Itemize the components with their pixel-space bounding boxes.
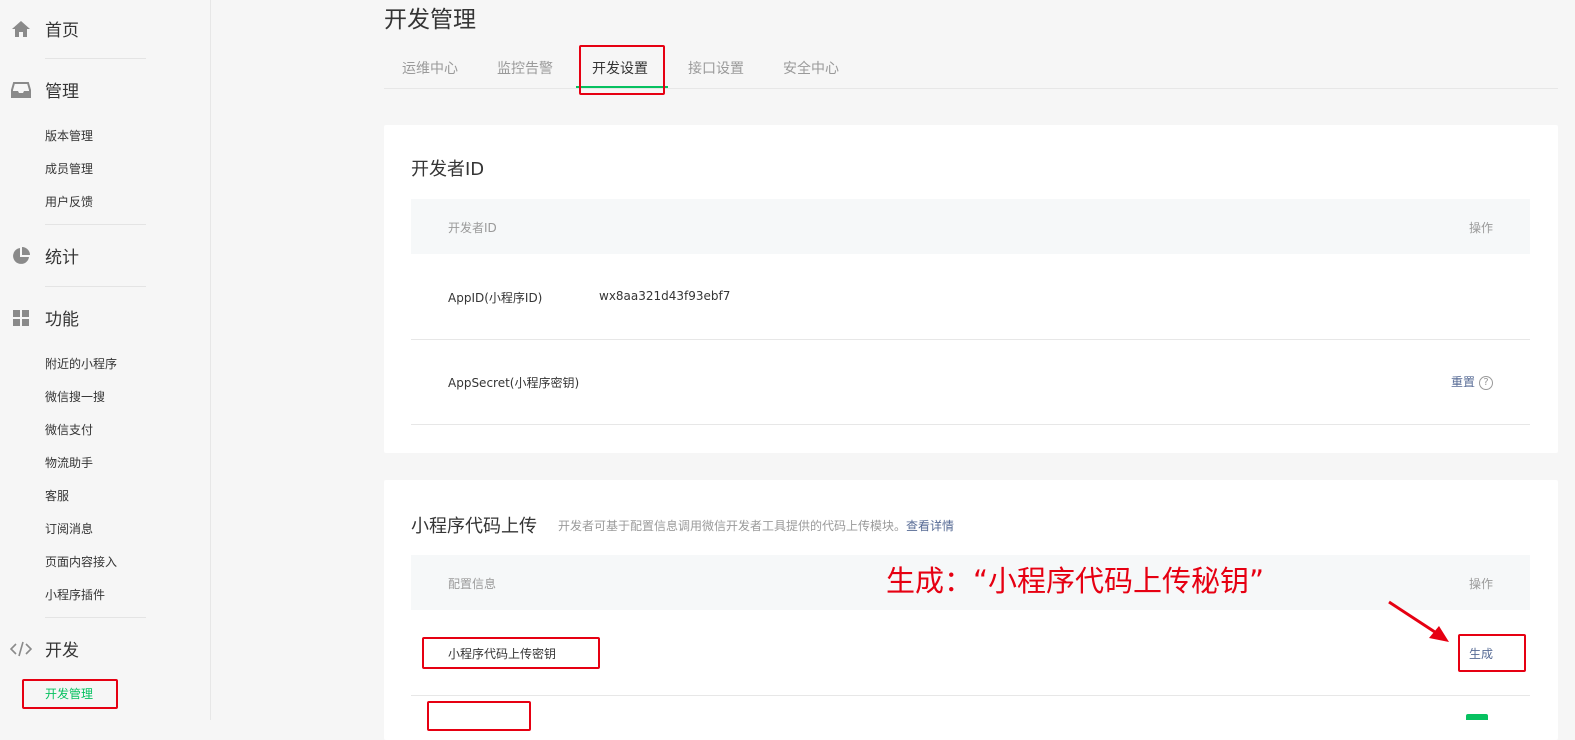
highlight-box <box>579 45 665 95</box>
column-header: 配置信息 <box>448 577 497 591</box>
reset-action: 重置? <box>1451 373 1493 390</box>
divider <box>45 224 146 225</box>
home-icon <box>10 18 32 40</box>
pie-chart-icon <box>10 245 32 267</box>
sidebar-item-stats[interactable]: 统计 <box>0 240 210 270</box>
sidebar-item-plugin[interactable]: 小程序插件 <box>45 586 105 603</box>
divider <box>45 286 146 287</box>
inbox-icon <box>10 79 32 101</box>
sidebar-item-version[interactable]: 版本管理 <box>45 127 93 144</box>
section-title: 开发者ID <box>411 159 485 180</box>
table-row: AppID(小程序ID) wx8aa321d43f93ebf7 <box>411 254 1530 340</box>
sidebar-item-logistics[interactable]: 物流助手 <box>45 454 93 471</box>
code-icon <box>10 638 32 660</box>
sidebar-item-manage-label: 管理 <box>45 81 79 102</box>
sidebar-item-search[interactable]: 微信搜一搜 <box>45 388 105 405</box>
view-details-link[interactable]: 查看详情 <box>906 519 954 533</box>
sidebar: 首页 管理 版本管理 成员管理 用户反馈 统计 功能 附近的小程序 微信搜一搜 … <box>0 0 211 720</box>
divider <box>45 58 146 59</box>
column-header: 操作 <box>1468 221 1493 235</box>
sidebar-item-feedback[interactable]: 用户反馈 <box>45 193 93 210</box>
tab-monitor[interactable]: 监控告警 <box>497 58 553 78</box>
sidebar-item-develop[interactable]: 开发 <box>0 633 210 663</box>
sidebar-item-subscribe[interactable]: 订阅消息 <box>45 520 93 537</box>
appsecret-label: AppSecret(小程序密钥) <box>448 376 580 390</box>
reset-link[interactable]: 重置 <box>1451 375 1475 389</box>
sidebar-item-content[interactable]: 页面内容接入 <box>45 553 117 570</box>
table-row: AppSecret(小程序密钥) 重置? <box>411 339 1530 425</box>
tab-security[interactable]: 安全中心 <box>783 58 839 78</box>
sidebar-item-service[interactable]: 客服 <box>45 487 69 504</box>
tab-api-settings[interactable]: 接口设置 <box>688 58 744 78</box>
sidebar-item-features[interactable]: 功能 <box>0 302 210 332</box>
section-description: 开发者可基于配置信息调用微信开发者工具提供的代码上传模块。查看详情 <box>558 519 955 533</box>
highlight-box <box>427 701 531 731</box>
annotation-arrow <box>1388 600 1449 642</box>
column-header: 操作 <box>1468 577 1493 591</box>
appid-label: AppID(小程序ID) <box>448 291 543 305</box>
sidebar-item-features-label: 功能 <box>45 309 79 330</box>
toggle-partial <box>1466 714 1488 720</box>
sidebar-item-home[interactable]: 首页 <box>0 13 210 43</box>
sidebar-item-nearby[interactable]: 附近的小程序 <box>45 355 117 372</box>
sidebar-item-members[interactable]: 成员管理 <box>45 160 93 177</box>
highlight-box <box>422 637 600 669</box>
sidebar-item-stats-label: 统计 <box>45 247 79 268</box>
column-header: 开发者ID <box>448 221 497 235</box>
divider <box>45 617 146 618</box>
sidebar-item-pay[interactable]: 微信支付 <box>45 421 93 438</box>
sidebar-item-manage[interactable]: 管理 <box>0 74 210 104</box>
table-header: 开发者ID 操作 <box>411 199 1530 254</box>
tab-ops[interactable]: 运维中心 <box>402 58 458 78</box>
help-icon[interactable]: ? <box>1479 375 1493 390</box>
grid-icon <box>10 307 32 329</box>
annotation-text: 生成：“小程序代码上传秘钥” <box>886 564 1265 598</box>
page-title: 开发管理 <box>384 7 476 33</box>
highlight-box <box>22 679 118 709</box>
developer-id-card: 开发者ID 开发者ID 操作 AppID(小程序ID) wx8aa321d43f… <box>384 125 1558 453</box>
sidebar-item-home-label: 首页 <box>45 20 79 41</box>
highlight-box <box>1458 634 1526 672</box>
code-upload-card: 小程序代码上传 开发者可基于配置信息调用微信开发者工具提供的代码上传模块。查看详… <box>384 480 1558 740</box>
tab-bar: 运维中心 监控告警 开发设置 接口设置 安全中心 <box>384 52 1558 89</box>
section-title: 小程序代码上传 <box>411 516 537 537</box>
sidebar-item-develop-label: 开发 <box>45 640 79 661</box>
appid-value: wx8aa321d43f93ebf7 <box>599 289 731 303</box>
